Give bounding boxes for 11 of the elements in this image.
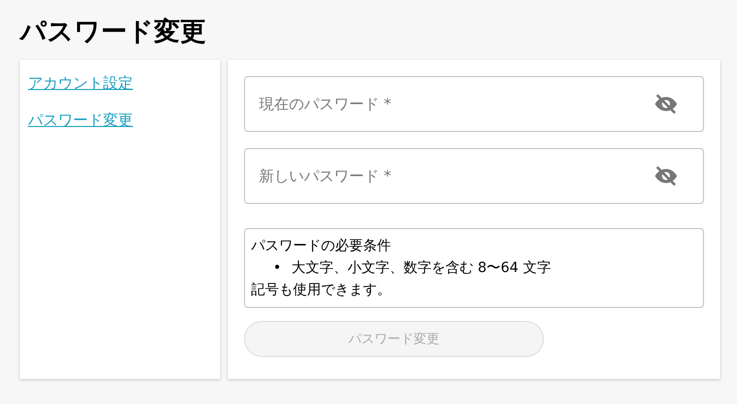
password-field[interactable]: 現在のパスワード * (244, 76, 704, 132)
eye-off-icon[interactable] (654, 92, 678, 116)
requirement-item: 大文字、小文字、数字を含む 8〜64 文字 (291, 259, 551, 278)
eye-off-icon[interactable] (654, 164, 678, 188)
password-field[interactable]: 新しいパスワード * (244, 148, 704, 204)
requirements-note: 記号も使用できます。 (251, 281, 392, 300)
page-title: パスワード変更 (20, 16, 207, 49)
sidebar-link[interactable]: アカウント設定 (28, 74, 133, 93)
sidebar-link[interactable]: パスワード変更 (28, 111, 133, 130)
requirements-heading: パスワードの必要条件 (251, 237, 392, 256)
bullet-mark: • (273, 259, 282, 278)
